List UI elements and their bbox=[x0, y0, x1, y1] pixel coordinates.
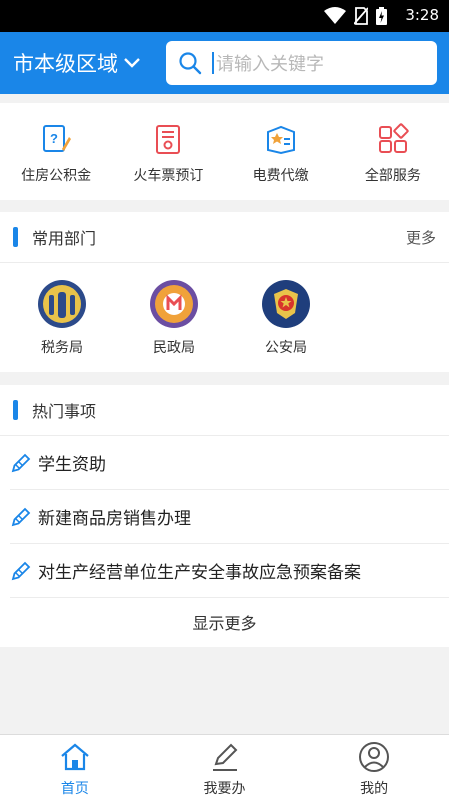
home-icon bbox=[61, 743, 89, 771]
service-label: 火车票预订 bbox=[133, 168, 204, 184]
search-icon bbox=[179, 52, 202, 75]
service-label: 住房公积金 bbox=[21, 168, 92, 184]
search-box[interactable]: 请输入关键字 bbox=[166, 41, 437, 85]
service-all[interactable]: 全部服务 bbox=[337, 103, 449, 200]
more-link[interactable]: 更多 bbox=[406, 227, 436, 248]
tab-todo[interactable]: 我要办 bbox=[150, 735, 300, 800]
common-departments-section: 常用部门 更多 税务局 民政局 公安局 bbox=[0, 212, 449, 372]
region-selector[interactable]: 市本级区域 bbox=[13, 48, 140, 78]
search-input[interactable]: 请输入关键字 bbox=[216, 50, 324, 76]
section-header: 常用部门 更多 bbox=[0, 212, 449, 263]
bottom-tab-bar: 首页 我要办 我的 bbox=[0, 734, 449, 800]
section-title: 热门事项 bbox=[32, 402, 97, 421]
section-header: 热门事项 bbox=[0, 385, 449, 436]
service-label: 电费代缴 bbox=[252, 168, 309, 184]
list-item-label: 新建商品房销售办理 bbox=[38, 509, 191, 529]
pencil-icon bbox=[11, 561, 31, 580]
list-item[interactable]: 新建商品房销售办理 bbox=[10, 490, 449, 544]
list-item-label: 对生产经营单位生产安全事故应急预案备案 bbox=[38, 563, 361, 583]
civil-affairs-emblem-icon bbox=[150, 280, 198, 328]
svg-text:?: ? bbox=[50, 131, 58, 146]
user-profile-icon bbox=[359, 742, 390, 772]
status-icons bbox=[324, 7, 387, 25]
text-cursor bbox=[212, 52, 214, 74]
department-label: 公安局 bbox=[265, 340, 307, 356]
section-marker bbox=[13, 400, 18, 420]
status-time: 3:28 bbox=[405, 6, 439, 24]
service-housing-fund[interactable]: ? 住房公积金 bbox=[0, 103, 112, 200]
service-grid: ? 住房公积金 火车票预订 电费代缴 全部服务 bbox=[0, 103, 449, 200]
department-civil-affairs[interactable]: 民政局 bbox=[118, 263, 230, 357]
department-tax[interactable]: 税务局 bbox=[6, 263, 118, 357]
pencil-icon bbox=[11, 507, 31, 526]
wifi-icon bbox=[324, 7, 346, 24]
list-item-label: 学生资助 bbox=[38, 455, 106, 475]
service-train-ticket[interactable]: 火车票预订 bbox=[112, 103, 224, 200]
battery-charging-icon bbox=[376, 7, 387, 25]
section-marker bbox=[13, 227, 18, 247]
edit-pen-icon bbox=[212, 743, 237, 771]
housing-fund-icon: ? bbox=[43, 125, 72, 152]
hot-items-section: 热门事项 学生资助 新建商品房销售办理 对生产经营单位生产安全事故应急预案备案 … bbox=[0, 385, 449, 647]
department-label: 民政局 bbox=[153, 340, 195, 356]
no-sim-icon bbox=[354, 7, 368, 25]
police-emblem-icon bbox=[262, 280, 310, 328]
tax-bureau-emblem-icon bbox=[38, 280, 86, 328]
tab-label: 首页 bbox=[60, 781, 89, 797]
section-title: 常用部门 bbox=[32, 229, 97, 248]
all-services-icon bbox=[378, 123, 409, 153]
tab-label: 我要办 bbox=[203, 781, 246, 797]
region-label: 市本级区域 bbox=[13, 52, 118, 76]
list-item[interactable]: 对生产经营单位生产安全事故应急预案备案 bbox=[10, 544, 449, 598]
chevron-down-icon bbox=[124, 58, 140, 68]
service-label: 全部服务 bbox=[364, 168, 421, 184]
top-header: 市本级区域 请输入关键字 bbox=[0, 32, 449, 94]
tab-mine[interactable]: 我的 bbox=[299, 735, 449, 800]
department-list: 税务局 民政局 公安局 bbox=[0, 263, 449, 357]
status-bar: 3:28 bbox=[0, 0, 449, 32]
service-electricity-bill[interactable]: 电费代缴 bbox=[225, 103, 337, 200]
train-ticket-icon bbox=[156, 125, 181, 154]
list-item[interactable]: 学生资助 bbox=[10, 436, 449, 490]
tab-home[interactable]: 首页 bbox=[0, 735, 150, 800]
tab-label: 我的 bbox=[360, 781, 389, 797]
department-police[interactable]: 公安局 bbox=[230, 263, 342, 357]
department-label: 税务局 bbox=[41, 340, 83, 356]
show-more-button[interactable]: 显示更多 bbox=[0, 598, 449, 646]
pencil-icon bbox=[11, 453, 31, 472]
electricity-bill-icon bbox=[266, 125, 295, 155]
